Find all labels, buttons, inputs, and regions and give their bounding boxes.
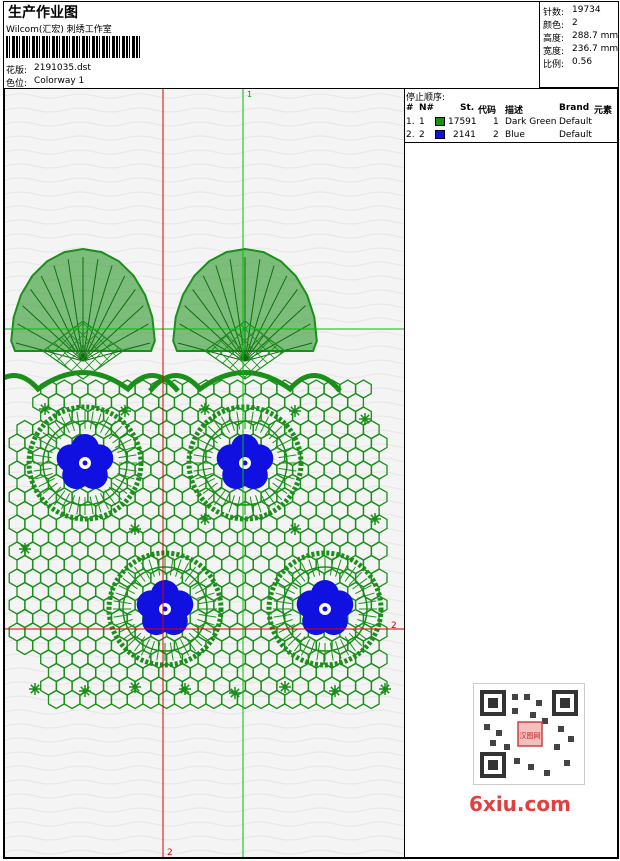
- col-brand: Brand: [559, 103, 590, 113]
- row1-brand: Default: [559, 117, 592, 127]
- stop-sequence-panel: 停止顺序: # N# St. 代码 描述 Brand 元素 1. 1 17591…: [404, 88, 618, 858]
- row1-n: 1: [419, 117, 425, 127]
- row2-index: 2.: [406, 130, 415, 140]
- col-element: 元素: [594, 106, 613, 116]
- seal-text: 汉图网: [520, 732, 541, 740]
- col-code: 代码: [478, 106, 497, 116]
- col-stitches: St.: [460, 103, 475, 113]
- row1-description: Dark Green: [505, 117, 557, 127]
- table-divider: [405, 142, 617, 143]
- col-n: N#: [419, 103, 435, 113]
- qr-code-graphic: 汉图网: [480, 690, 578, 778]
- row1-color-swatch: [435, 117, 445, 126]
- col-hash: #: [406, 103, 414, 113]
- guide-green-label: 1: [247, 90, 252, 99]
- guide-red-right-label: 2: [391, 621, 397, 631]
- col-description: 描述: [505, 106, 524, 116]
- row2-stitches: 2141: [453, 130, 476, 140]
- watermark-logo: 6xiu.com: [469, 792, 571, 816]
- row2-code: 2: [493, 130, 499, 140]
- design-canvas: 1 2 2: [4, 88, 405, 858]
- qr-code: 汉图网: [473, 683, 585, 785]
- watermark-text: 6xiu.com: [469, 792, 571, 816]
- row1-code: 1: [493, 117, 499, 127]
- guide-red-bottom-label: 2: [167, 848, 173, 857]
- embroidery-preview: 1 2 2: [5, 89, 404, 857]
- row2-n: 2: [419, 130, 425, 140]
- row2-brand: Default: [559, 130, 592, 140]
- row1-stitches: 17591: [448, 117, 477, 127]
- stop-sequence-title: 停止顺序:: [406, 93, 446, 103]
- row1-index: 1.: [406, 117, 415, 127]
- row2-color-swatch: [435, 130, 445, 139]
- row2-description: Blue: [505, 130, 525, 140]
